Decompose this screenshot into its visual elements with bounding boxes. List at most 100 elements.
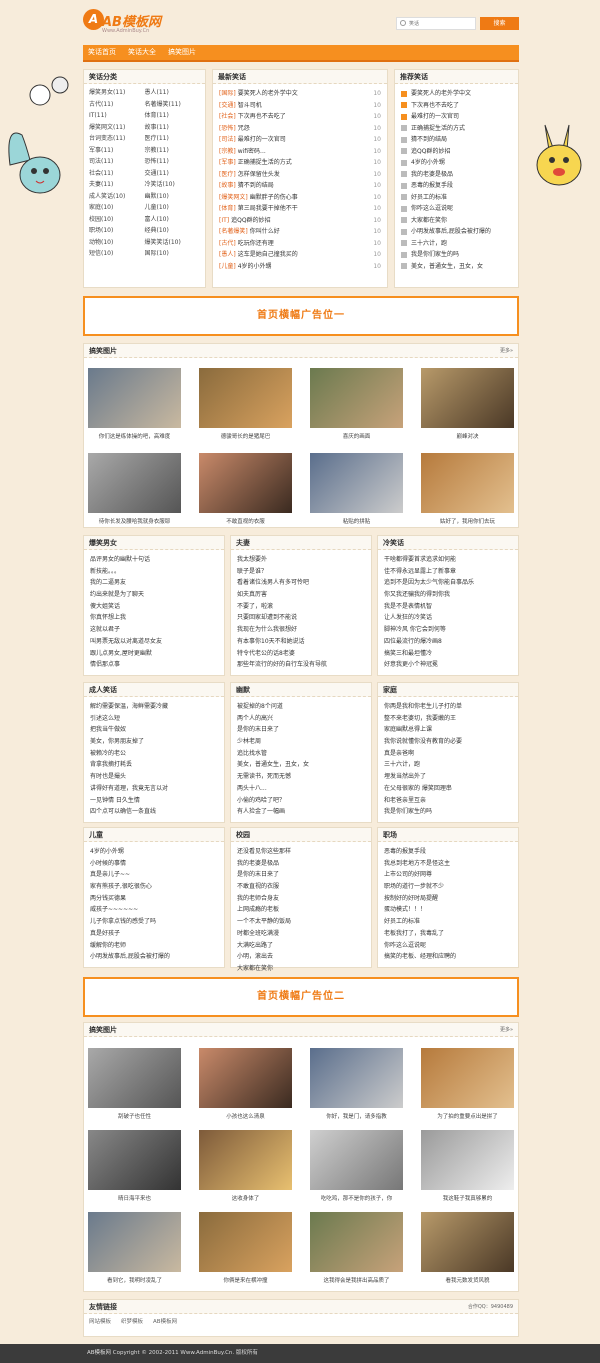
section-joke-item[interactable]: 好意我更小个神冠冕	[384, 659, 512, 671]
joke-title[interactable]: 叫男票无敌以对离道尽女友	[90, 638, 162, 645]
section-joke-item[interactable]: 真是亲儿子~~	[90, 869, 218, 881]
section-joke-item[interactable]: 真是好孩子	[90, 928, 218, 940]
photo-caption[interactable]: 这我得会是我拼出高品质了	[310, 1276, 403, 1284]
section-title[interactable]: 成人笑话	[84, 683, 224, 697]
joke-title[interactable]: 正确捕捉生活的方式	[238, 159, 292, 166]
photo-thumbnail[interactable]	[421, 1130, 514, 1190]
section-joke-item[interactable]: 上市公司的好网尊	[384, 869, 512, 881]
latest-joke-item[interactable]: [医疗] 怎样保留住头发 10	[219, 169, 381, 181]
section-joke-item[interactable]: 有时也是撮头	[90, 771, 218, 783]
photo-thumbnail[interactable]	[310, 368, 403, 428]
nav-item-home[interactable]: 笑话首页	[88, 45, 116, 60]
latest-joke-item[interactable]: [恐怖] 咒怨 10	[219, 123, 381, 135]
joke-category-tag[interactable]: [恐怖]	[219, 125, 236, 132]
latest-joke-item[interactable]: [国际] 要笑死人的老外学中文 10	[219, 88, 381, 100]
section-joke-item[interactable]: 家有熊孩子,很吃很伤心	[90, 881, 218, 893]
section-joke-item[interactable]: 新技能。。。	[90, 566, 218, 578]
joke-title[interactable]: 儿子你拿点钱的感受了吗	[90, 918, 156, 925]
section-joke-item[interactable]: 4岁的小外甥	[90, 846, 218, 858]
section-joke-item[interactable]: 情侣那点事	[90, 659, 218, 671]
joke-title[interactable]: 家有熊孩子,很吃很伤心	[90, 883, 152, 890]
photo-item[interactable]: 你们这是练体操的吧，高难度	[88, 368, 181, 440]
photo-caption[interactable]: 我这鞋子我真够累的	[421, 1194, 514, 1202]
joke-title[interactable]: 追比找水管	[237, 750, 267, 757]
joke-title[interactable]: 最难打的一次官司	[411, 113, 459, 120]
section-joke-item[interactable]: 我现在为什么我很想好	[237, 624, 365, 636]
joke-title[interactable]: 我的老师合身友	[237, 895, 279, 902]
joke-title[interactable]: 三十六计，跑	[384, 761, 420, 768]
section-title[interactable]: 职场	[378, 828, 518, 842]
photo-thumbnail[interactable]	[88, 1212, 181, 1272]
joke-title[interactable]: 无需读书，死而无憾	[237, 773, 291, 780]
joke-title[interactable]: 第三局我要干掉他不干	[238, 205, 298, 212]
recommended-joke-item[interactable]: 小明发故事后,屁股会被打爆的	[401, 226, 512, 238]
joke-title[interactable]: 上市公司的好网尊	[384, 871, 432, 878]
section-joke-item[interactable]: 我是你们家生的吗	[384, 806, 512, 818]
photo-item[interactable]: 为了拍的重要点出是拼了	[421, 1048, 514, 1120]
section-joke-item[interactable]: 儿子你拿点钱的感受了吗	[90, 916, 218, 928]
section-joke-item[interactable]: 小偷的鸡哈了吧？	[237, 795, 365, 807]
category-link[interactable]: 国际(10)	[145, 248, 201, 260]
section-joke-item[interactable]: 背拿我摘打耗丢	[90, 759, 218, 771]
photo-item[interactable]: 这收身体了	[199, 1130, 292, 1202]
joke-title[interactable]: 只要回家却遭到不能说	[237, 614, 297, 621]
section-joke-item[interactable]: 四个点可以确信一条直线	[90, 806, 218, 818]
joke-title[interactable]: 两头十八...	[237, 785, 267, 792]
latest-joke-item[interactable]: [爆笑网文] 幽默胖子的伤心事 10	[219, 192, 381, 204]
category-link[interactable]: 动物(10)	[89, 237, 145, 249]
recommended-joke-item[interactable]: 你咋这么逗说呢	[401, 203, 512, 215]
joke-title[interactable]: 脚神冷风 你它会到何等	[384, 626, 446, 633]
section-joke-item[interactable]: 跟儿点男女,屋时更幽默	[90, 648, 218, 660]
joke-title[interactable]: 蛋动模式！！！	[384, 906, 426, 913]
category-link[interactable]: 爆笑笑话(10)	[145, 237, 201, 249]
photo-caption[interactable]: 德骏哥长的是猪尾巴	[199, 432, 292, 440]
section-joke-item[interactable]: 这就以君子	[90, 624, 218, 636]
joke-title[interactable]: 有本事你10天不和她说话	[237, 638, 305, 645]
recommended-joke-item[interactable]: 美女，普通女生，丑女，女	[401, 261, 512, 273]
category-link[interactable]: 家庭(10)	[89, 202, 145, 214]
joke-title[interactable]: 猜不到的结局	[238, 182, 274, 189]
section-joke-item[interactable]: 好员工的标准	[384, 916, 512, 928]
photo-item[interactable]: 刮破子也任性	[88, 1048, 181, 1120]
section-joke-item[interactable]: 佳不得永远显露上了新事章	[384, 566, 512, 578]
photo-item[interactable]: 小孩也这么清泉	[199, 1048, 292, 1120]
section-title[interactable]: 家庭	[378, 683, 518, 697]
photo-item[interactable]: 你俩是来在横冲撞	[199, 1212, 292, 1284]
section-joke-item[interactable]: 两分钱买德果	[90, 893, 218, 905]
joke-title[interactable]: 有时也是撮头	[90, 773, 126, 780]
section-joke-item[interactable]: 搞笑的老板、经理和应聘的	[384, 951, 512, 963]
joke-title[interactable]: 好意我更小个神冠冕	[384, 661, 438, 668]
section-joke-item[interactable]: 有本事你10天不和她说话	[237, 636, 365, 648]
photo-item[interactable]: 姑好了，我用你们去玩	[421, 453, 514, 525]
category-link[interactable]: 古代(11)	[89, 99, 145, 111]
joke-title[interactable]: 正确捕捉生活的方式	[411, 125, 465, 132]
joke-title[interactable]: 讲得好有道理，我竟无言以对	[90, 785, 168, 792]
joke-title[interactable]: 少林老周	[237, 738, 261, 745]
section-joke-item[interactable]: 你咋这么逗说呢	[384, 940, 512, 952]
photo-thumbnail[interactable]	[88, 368, 181, 428]
joke-title[interactable]: 4岁的小外甥	[411, 159, 445, 166]
joke-title[interactable]: 你两是我和你老生儿子打的单	[384, 703, 462, 710]
photo-thumbnail[interactable]	[199, 1048, 292, 1108]
joke-title[interactable]: 我是不是表情机智	[384, 603, 432, 610]
category-link[interactable]: 职场(10)	[89, 225, 145, 237]
category-link[interactable]: 经典(10)	[145, 225, 201, 237]
joke-title[interactable]: 我的老婆是极品	[237, 860, 279, 867]
joke-title[interactable]: 好员工的标准	[411, 194, 447, 201]
joke-title[interactable]: 傻大姐笑话	[90, 603, 120, 610]
joke-title[interactable]: 要笑死人的老外学中文	[238, 90, 298, 97]
friend-link[interactable]: 织梦模板	[121, 1317, 143, 1325]
section-joke-item[interactable]: 一见钟情 日久生情	[90, 795, 218, 807]
category-link[interactable]: 医疗(11)	[145, 133, 201, 145]
section-joke-item[interactable]: 四位最流行的爆冷画8	[384, 636, 512, 648]
joke-category-tag[interactable]: [司法]	[219, 136, 236, 143]
category-link[interactable]: 愚人(11)	[145, 87, 201, 99]
photo-caption[interactable]: 你们这是练体操的吧，高难度	[88, 432, 181, 440]
category-link[interactable]: 富人(10)	[145, 214, 201, 226]
joke-title[interactable]: 追到不是因为太少气你能自事品乐	[384, 579, 474, 586]
section-joke-item[interactable]: 脚神冷风 你它会到何等	[384, 624, 512, 636]
joke-title[interactable]: 最难打的一次官司	[238, 136, 286, 143]
photo-thumbnail[interactable]	[421, 1212, 514, 1272]
category-link[interactable]: 交通(11)	[145, 168, 201, 180]
photo-item[interactable]: 吃吃鸡，那不是你的孩子，你	[310, 1130, 403, 1202]
